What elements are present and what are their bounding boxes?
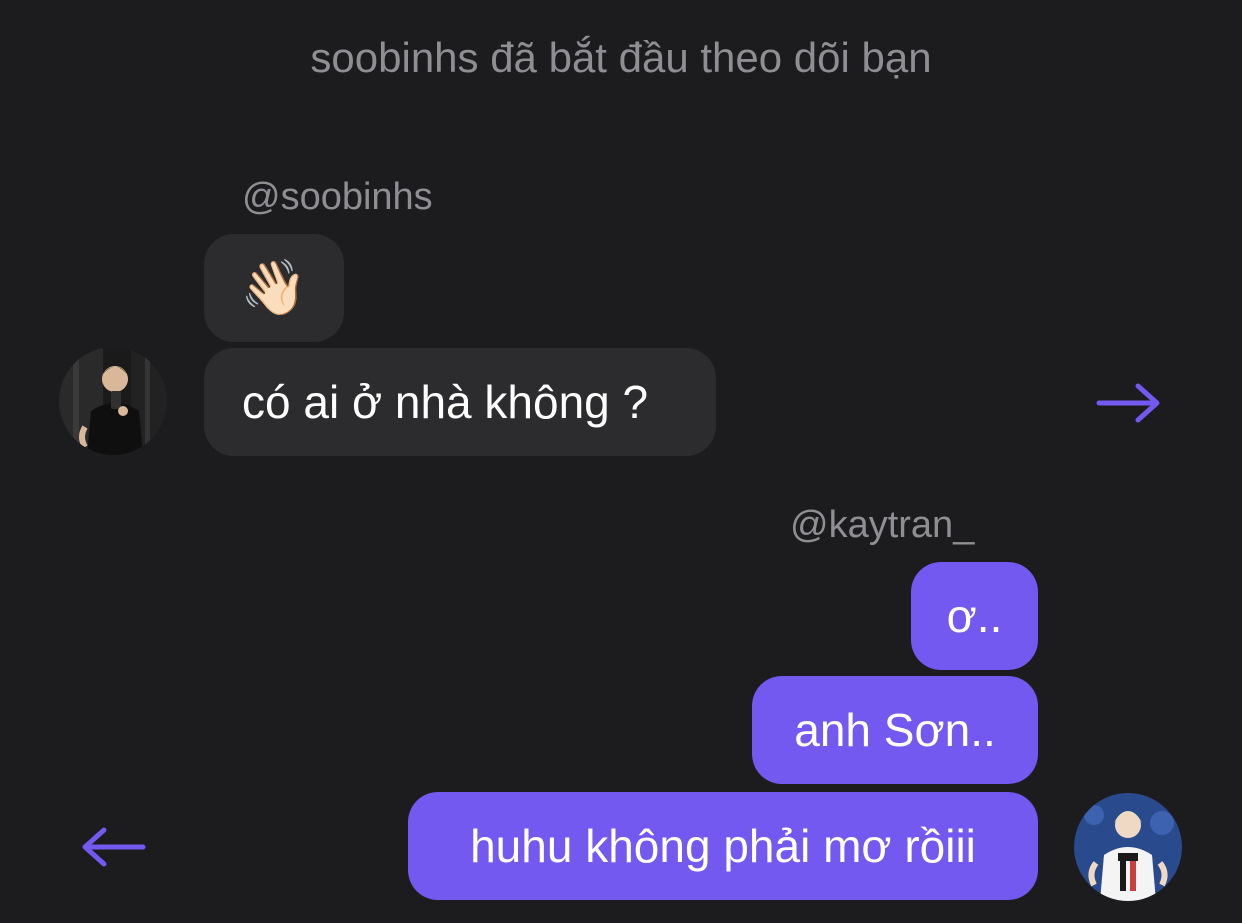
follow-notice: soobinhs đã bắt đầu theo dõi bạn (310, 34, 932, 81)
outgoing-message-2[interactable]: anh Sơn.. (752, 676, 1038, 784)
message-text: ơ.. (946, 590, 1003, 642)
outgoing-username[interactable]: @kaytran_ (790, 504, 974, 547)
outgoing-message-1[interactable]: ơ.. (911, 562, 1038, 670)
incoming-message-text[interactable]: có ai ở nhà không ? (204, 348, 716, 456)
outgoing-avatar[interactable] (1074, 793, 1182, 901)
person-photo-avatar (59, 347, 167, 455)
message-text: có ai ở nhà không ? (242, 376, 649, 428)
message-text: anh Sơn.. (794, 704, 996, 756)
person-photo-avatar (1074, 793, 1182, 901)
incoming-message-wave[interactable]: 👋🏻 (204, 234, 344, 342)
arrow-right-icon[interactable] (1096, 381, 1162, 425)
outgoing-message-3[interactable]: huhu không phải mơ rồiii (408, 792, 1038, 900)
incoming-avatar[interactable] (59, 347, 167, 455)
arrow-left-icon[interactable] (80, 825, 146, 869)
incoming-username[interactable]: @soobinhs (242, 176, 433, 219)
waving-hand-emoji: 👋🏻 (240, 257, 308, 318)
message-text: huhu không phải mơ rồiii (470, 820, 976, 872)
